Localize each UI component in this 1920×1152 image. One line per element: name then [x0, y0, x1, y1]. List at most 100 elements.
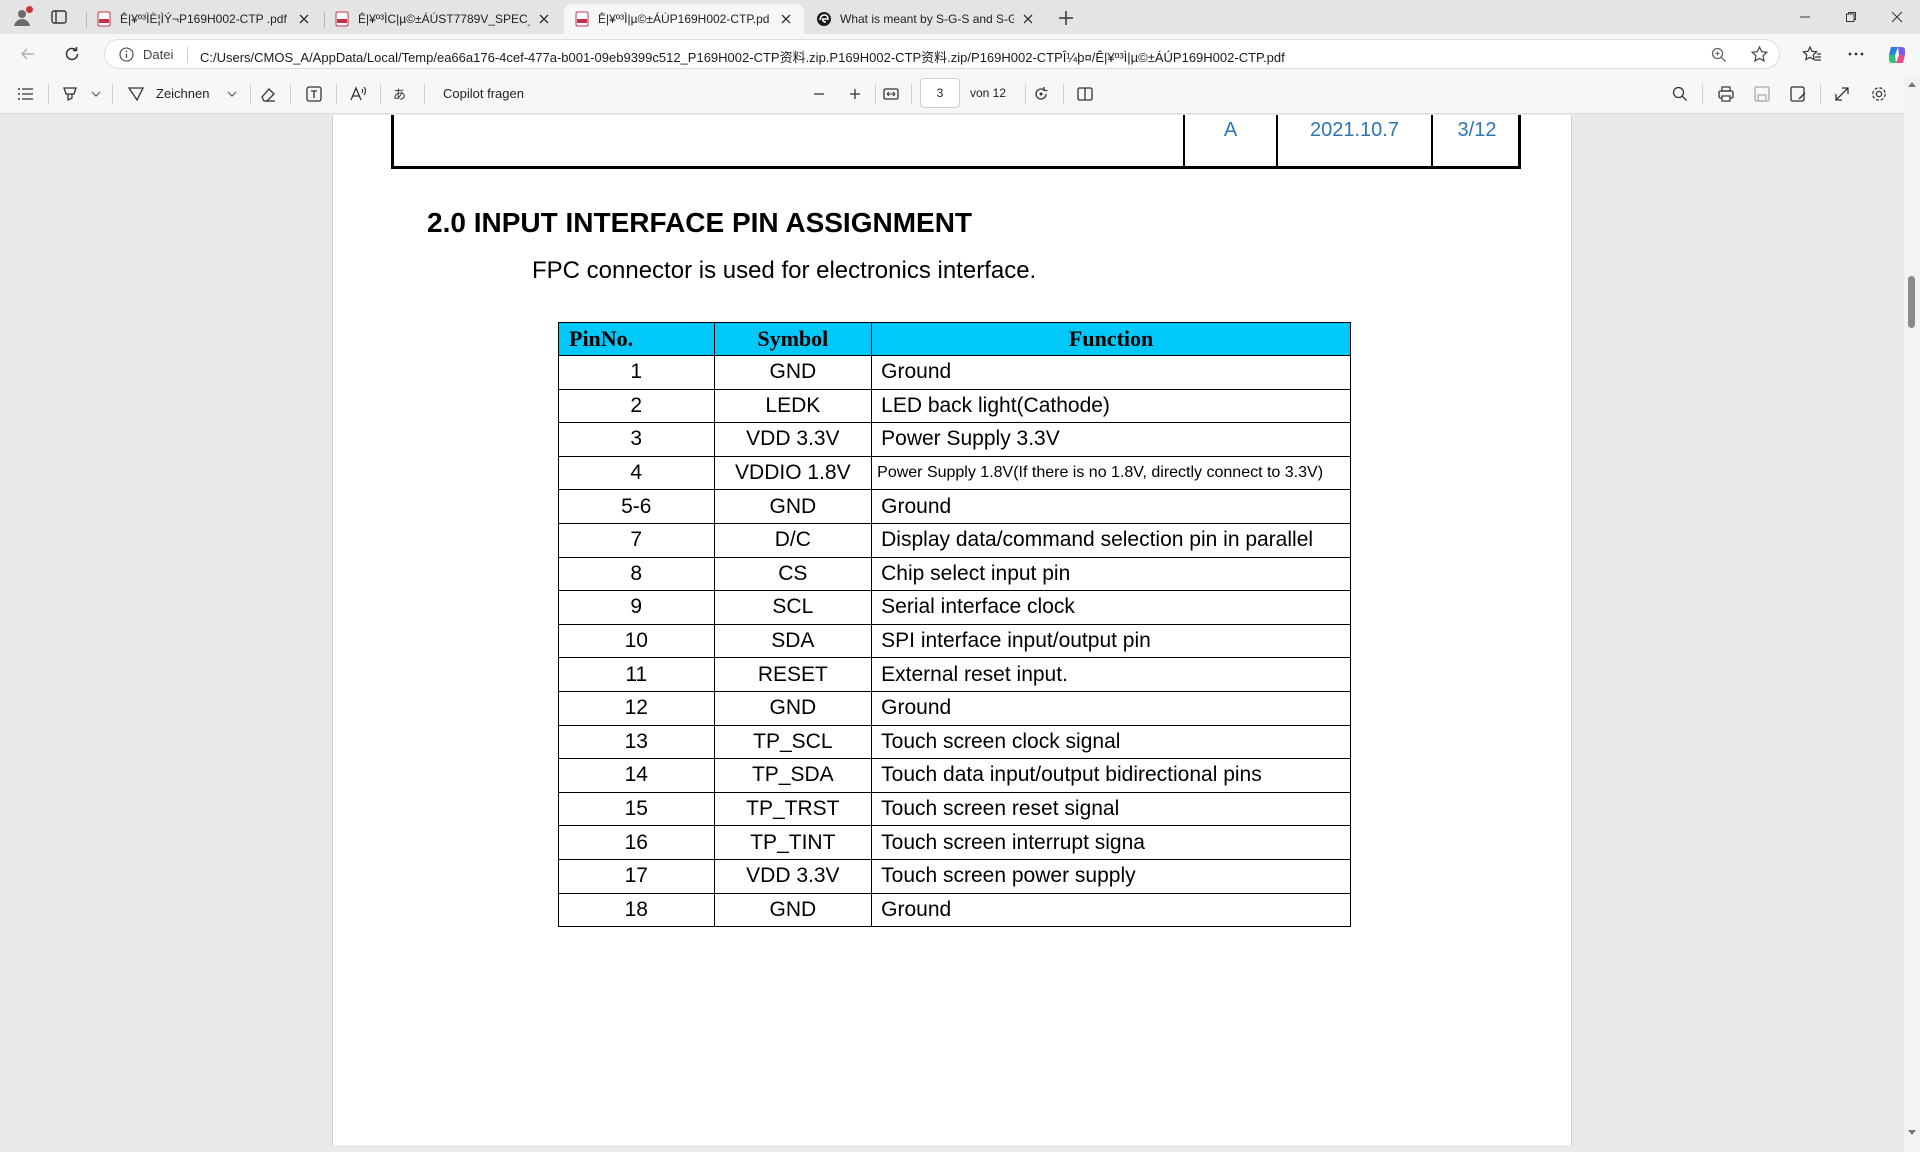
chevron-down-icon[interactable]	[222, 84, 242, 104]
pin-cell: 11	[558, 657, 715, 692]
function-cell: Ground	[871, 489, 1351, 524]
profile-avatar-icon[interactable]	[12, 6, 33, 27]
pdf-toolbar: Zeichnen あ Copilot fragen 3 von 12	[0, 74, 1920, 114]
draw-button-label[interactable]: Zeichnen	[156, 86, 209, 101]
pin-assignment-table: PinNo. Symbol Function 1 GND Ground 2 LEDK LE…	[558, 322, 1351, 928]
highlight-icon[interactable]	[60, 84, 80, 104]
symbol-cell: GND	[713, 355, 873, 390]
column-header-pin: PinNo.	[558, 322, 715, 356]
table-row: 14 TP_SDA Touch data input/output bidirect…	[558, 758, 1351, 793]
save-as-icon[interactable]	[1788, 84, 1808, 104]
symbol-cell: VDD 3.3V	[713, 422, 873, 457]
pin-cell: 7	[558, 522, 715, 558]
favorite-star-icon[interactable]	[1750, 45, 1769, 64]
pin-cell: 14	[558, 758, 715, 793]
scroll-up-arrow-icon[interactable]	[1908, 82, 1916, 87]
translate-icon[interactable]: あ	[392, 84, 412, 104]
column-header-function: Function	[871, 322, 1351, 356]
tab-title: Ê|¥º³ÌC|µ©±ÁÚST7789V_SPEC_	[358, 12, 530, 26]
zoom-icon[interactable]	[1710, 46, 1728, 64]
function-cell: LED back light(Cathode)	[871, 388, 1351, 424]
settings-gear-icon[interactable]	[1869, 84, 1889, 104]
table-row: 3 VDD 3.3V Power Supply 3.3V	[558, 422, 1351, 457]
favorites-icon[interactable]	[1802, 44, 1822, 64]
browser-tab-active[interactable]: Ê|¥º³Ì|µ©±ÁÚP169H002-CTP.pd	[564, 4, 804, 34]
function-cell: Ground	[871, 355, 1351, 390]
new-tab-icon[interactable]	[1056, 8, 1076, 28]
contents-list-icon[interactable]	[16, 84, 36, 104]
tab-actions-icon[interactable]	[50, 8, 68, 26]
pin-cell: 16	[558, 825, 715, 860]
function-cell: Chip select input pin	[871, 556, 1351, 592]
function-cell: Touch screen reset signal	[871, 791, 1351, 827]
pin-cell: 3	[558, 422, 715, 457]
pin-cell: 17	[558, 858, 715, 894]
minimize-icon[interactable]	[1782, 0, 1828, 34]
fit-page-icon[interactable]	[881, 84, 901, 104]
scroll-down-arrow-icon[interactable]	[1908, 1130, 1916, 1135]
vertical-scrollbar[interactable]	[1904, 74, 1920, 1152]
table-row: 17 VDD 3.3V Touch screen power supply	[558, 858, 1351, 894]
table-row: 12 GND Ground	[558, 690, 1351, 726]
read-aloud-icon[interactable]	[348, 84, 368, 104]
pin-cell: 18	[558, 892, 715, 928]
table-row: 2 LEDK LED back light(Cathode)	[558, 388, 1351, 424]
header-date: 2021.10.7	[1276, 115, 1431, 166]
site-info-icon[interactable]	[119, 47, 134, 62]
url-text[interactable]: C:/Users/CMOS_A/AppData/Local/Temp/ea66a…	[200, 47, 1285, 66]
save-icon[interactable]	[1752, 84, 1772, 104]
address-bar[interactable]: Datei C:/Users/CMOS_A/AppData/Local/Temp…	[104, 39, 1780, 69]
tab-title: Ê|¥º³Ì|µ©±ÁÚP169H002-CTP.pd	[598, 12, 770, 26]
header-revision: A	[1183, 115, 1276, 166]
table-row: 5-6 GND Ground	[558, 489, 1351, 524]
close-tab-icon[interactable]	[536, 11, 552, 27]
pin-table-body: 1 GND Ground 2 LEDK LED back light(Cathode) 3 V…	[558, 355, 1351, 928]
scrollbar-thumb[interactable]	[1908, 276, 1915, 328]
browser-tab[interactable]: Ê|¥º³ÌÈ¦ÌÝ¬P169H002-CTP .pdf	[86, 4, 322, 34]
table-header-row: PinNo. Symbol Function	[558, 322, 1351, 356]
header-page: 3/12	[1431, 115, 1521, 166]
close-tab-icon[interactable]	[778, 11, 794, 27]
rotate-icon[interactable]	[1031, 84, 1051, 104]
pdf-icon	[574, 11, 590, 27]
close-tab-icon[interactable]	[1020, 11, 1036, 27]
back-icon[interactable]	[18, 44, 38, 64]
function-cell: Touch screen clock signal	[871, 724, 1351, 760]
table-row: 8 CS Chip select input pin	[558, 556, 1351, 592]
pdf-page: A 2021.10.7 3/12 2.0 INPUT INTERFACE PIN…	[332, 115, 1572, 1145]
copilot-icon[interactable]	[1886, 44, 1906, 64]
eraser-icon[interactable]	[258, 84, 278, 104]
symbol-cell: GND	[713, 489, 873, 524]
text-box-icon[interactable]	[304, 84, 324, 104]
symbol-cell: TP_SCL	[713, 724, 873, 760]
print-icon[interactable]	[1716, 84, 1736, 104]
function-cell: External reset input.	[871, 657, 1351, 692]
pin-cell: 9	[558, 590, 715, 625]
fullscreen-icon[interactable]	[1832, 84, 1852, 104]
close-tab-icon[interactable]	[296, 11, 312, 27]
section-heading: 2.0 INPUT INTERFACE PIN ASSIGNMENT	[427, 207, 973, 238]
table-row: 16 TP_TINT Touch screen interrupt signa	[558, 825, 1351, 860]
chevron-down-icon[interactable]	[86, 84, 106, 104]
pdf-viewer[interactable]: A 2021.10.7 3/12 2.0 INPUT INTERFACE PIN…	[0, 115, 1904, 1152]
refresh-icon[interactable]	[62, 44, 82, 64]
document-header-box: A 2021.10.7 3/12	[391, 115, 1521, 169]
page-view-icon[interactable]	[1075, 84, 1095, 104]
pdf-icon	[334, 11, 350, 27]
zoom-out-icon[interactable]	[809, 84, 829, 104]
browser-tab[interactable]: Ê|¥º³ÌC|µ©±ÁÚST7789V_SPEC_	[324, 4, 562, 34]
browser-tab[interactable]: What is meant by S-G-S and S-G	[806, 4, 1046, 34]
copilot-ask-button[interactable]: Copilot fragen	[443, 86, 524, 101]
symbol-cell: TP_TINT	[713, 825, 873, 860]
draw-icon[interactable]	[126, 84, 146, 104]
more-menu-icon[interactable]	[1846, 44, 1866, 64]
symbol-cell: SCL	[713, 590, 873, 625]
close-window-icon[interactable]	[1874, 0, 1920, 34]
page-number-input[interactable]: 3	[920, 78, 960, 108]
tab-title: Ê|¥º³ÌÈ¦ÌÝ¬P169H002-CTP .pdf	[120, 12, 287, 26]
pin-cell: 2	[558, 388, 715, 424]
search-icon[interactable]	[1670, 84, 1690, 104]
restore-icon[interactable]	[1828, 0, 1874, 34]
zoom-in-icon[interactable]	[845, 84, 865, 104]
table-row: 7 D/C Display data/command selection pin i…	[558, 522, 1351, 558]
